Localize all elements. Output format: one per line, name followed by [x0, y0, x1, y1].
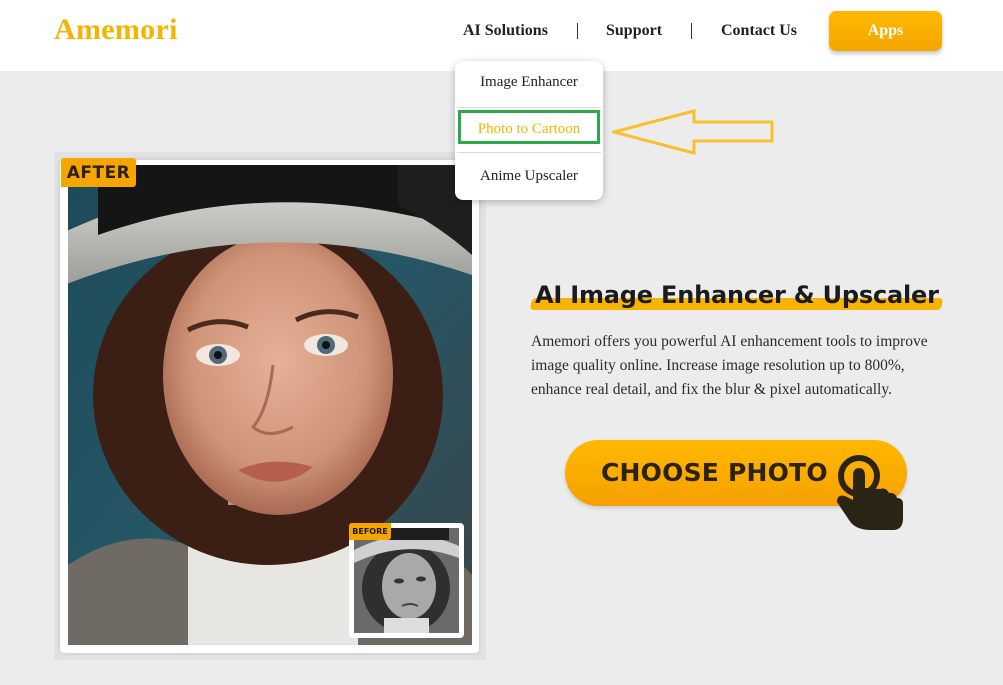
hero-title: AI Image Enhancer & Upscaler: [535, 281, 939, 309]
dropdown-divider: [457, 152, 601, 153]
dropdown-item-photo-to-cartoon[interactable]: Photo to Cartoon: [455, 121, 603, 138]
after-badge: AFTER: [61, 158, 136, 187]
annotation-arrow-icon: [612, 109, 774, 155]
ai-solutions-dropdown: Image Enhancer Photo to Cartoon Anime Up…: [455, 61, 603, 200]
dropdown-item-image-enhancer[interactable]: Image Enhancer: [455, 74, 603, 91]
nav-ai-solutions[interactable]: AI Solutions: [463, 22, 548, 42]
choose-photo-label: CHOOSE PHOTO: [601, 458, 828, 487]
dropdown-divider: [457, 107, 601, 108]
nav-contact-us[interactable]: Contact Us: [721, 22, 797, 42]
brand-logo[interactable]: Amemori: [54, 13, 178, 47]
nav-divider: [577, 23, 578, 39]
before-photo: [354, 528, 459, 633]
hero-description: Amemori offers you powerful AI enhanceme…: [531, 333, 928, 398]
apps-button[interactable]: Apps: [829, 11, 942, 51]
before-badge: BEFORE: [349, 523, 391, 540]
pointing-hand-icon: [837, 455, 903, 530]
nav-divider: [691, 23, 692, 39]
nav-support[interactable]: Support: [606, 22, 662, 42]
dropdown-item-anime-upscaler[interactable]: Anime Upscaler: [455, 168, 603, 185]
